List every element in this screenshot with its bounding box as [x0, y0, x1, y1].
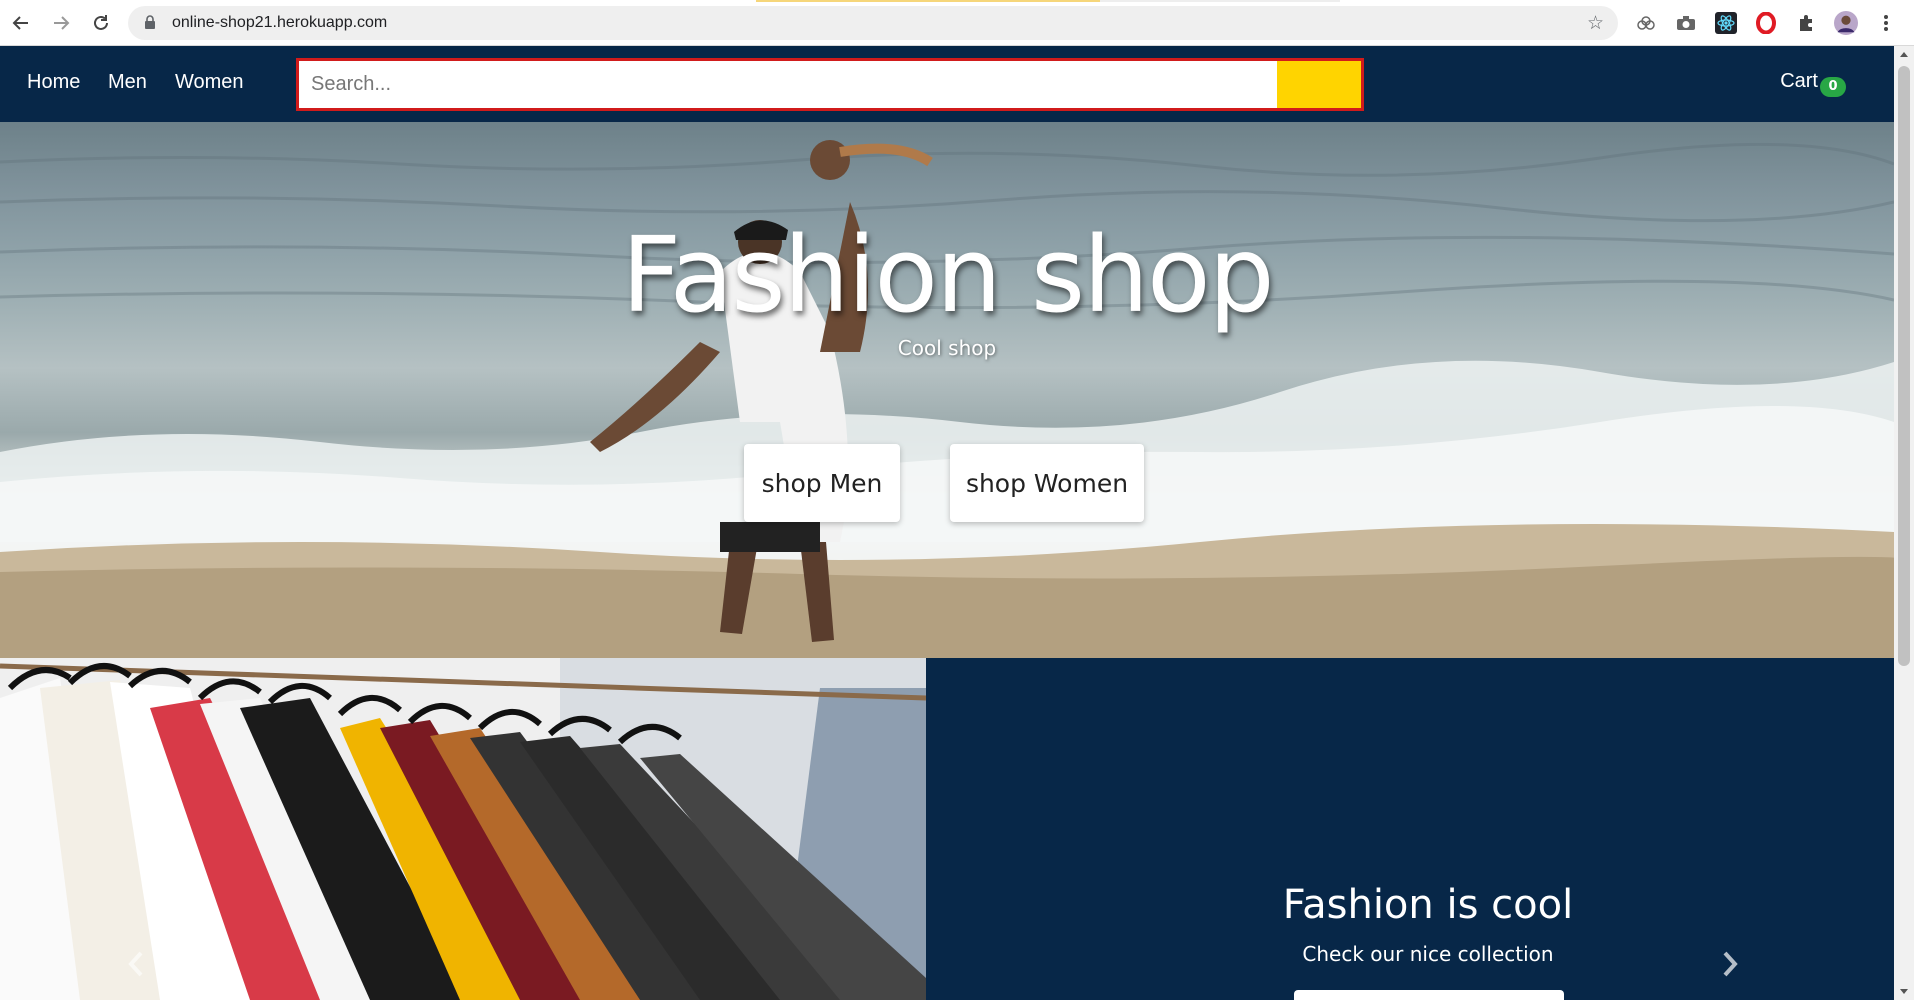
ocean-background-image — [0, 140, 1894, 658]
carousel-prev-arrow[interactable] — [126, 950, 146, 982]
lock-icon — [144, 15, 156, 34]
scrollbar-thumb[interactable] — [1898, 66, 1910, 666]
camera-icon[interactable] — [1674, 11, 1698, 35]
carousel-next-arrow[interactable] — [1720, 950, 1740, 982]
nav-link-home[interactable]: Home — [27, 71, 80, 94]
hero-banner: Fashion shop Cool shop shop Men shop Wom… — [0, 122, 1894, 658]
star-icon[interactable]: ☆ — [1587, 12, 1604, 34]
loading-bar-track — [1100, 0, 1340, 2]
address-bar[interactable]: online-shop21.herokuapp.com ☆ — [128, 6, 1618, 40]
hero-title: Fashion shop — [621, 214, 1274, 336]
hero-subtitle: Cool shop — [897, 336, 997, 360]
clothes-rack-image — [0, 658, 926, 1000]
scroll-up-icon[interactable] — [1900, 52, 1908, 57]
reload-icon[interactable] — [88, 10, 114, 36]
carousel-subtitle: Check our nice collection — [1302, 942, 1554, 966]
search-button[interactable] — [1277, 61, 1361, 108]
scroll-down-icon[interactable] — [1900, 989, 1908, 994]
back-arrow-icon[interactable] — [8, 10, 34, 36]
loading-bar — [756, 0, 1100, 2]
carousel-title: Fashion is cool — [1282, 882, 1574, 928]
shop-men-button[interactable]: shop Men — [744, 444, 900, 522]
search-input[interactable] — [299, 61, 1283, 108]
search-form — [296, 58, 1364, 111]
profile-avatar[interactable] — [1834, 11, 1858, 35]
cart-link[interactable]: Cart — [1780, 70, 1818, 93]
shop-women-button[interactable]: shop Women — [950, 444, 1144, 522]
browser-toolbar: online-shop21.herokuapp.com ☆ — [0, 0, 1914, 46]
nav-link-men[interactable]: Men — [108, 71, 147, 94]
carousel-cta-button[interactable] — [1294, 990, 1564, 1000]
url-text: online-shop21.herokuapp.com — [172, 14, 388, 31]
extension-cloud-icon[interactable] — [1634, 11, 1658, 35]
cart-count-badge: 0 — [1820, 77, 1846, 97]
puzzle-extensions-icon[interactable] — [1794, 11, 1818, 35]
page-scrollbar[interactable] — [1894, 46, 1914, 1000]
react-devtools-icon[interactable] — [1714, 11, 1738, 35]
nav-link-women[interactable]: Women — [175, 71, 244, 94]
menu-dots-icon[interactable] — [1874, 11, 1898, 35]
opera-icon[interactable] — [1754, 11, 1778, 35]
carousel-section: Fashion is cool Check our nice collectio… — [0, 658, 1894, 1000]
site-navbar: Home Men Women Cart 0 — [0, 46, 1894, 122]
forward-arrow-icon[interactable] — [48, 10, 74, 36]
